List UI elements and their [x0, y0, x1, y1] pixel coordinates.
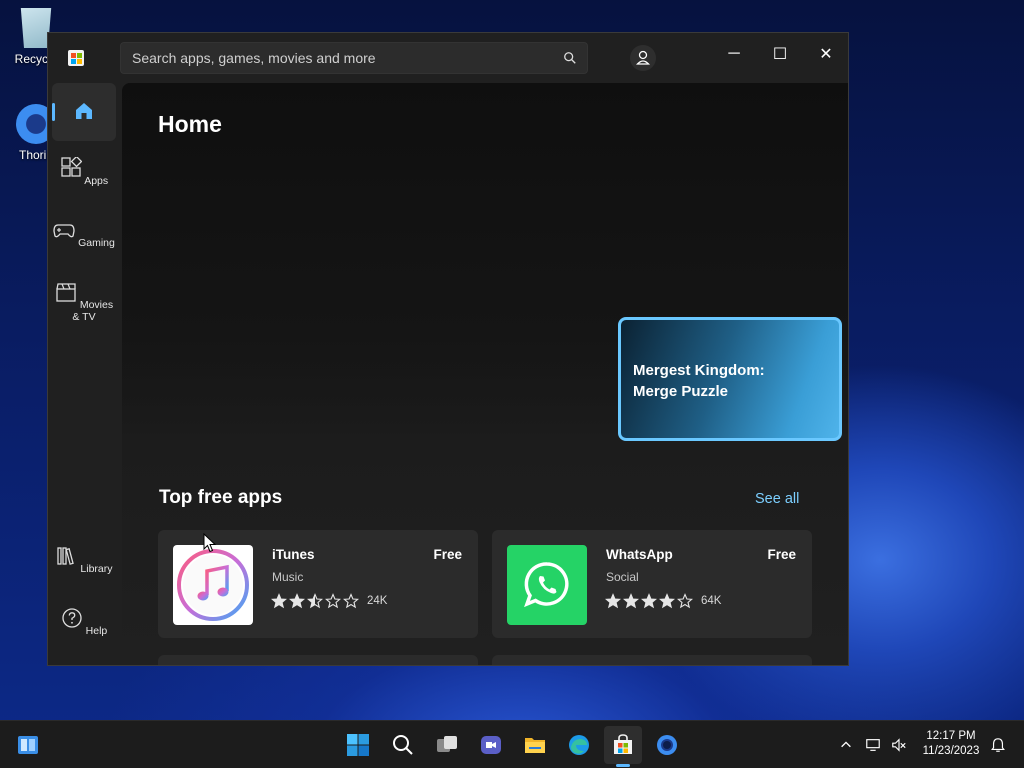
whatsapp-icon [507, 545, 587, 625]
clock[interactable]: 12:17 PM 11/23/2023 [916, 729, 986, 759]
star-filled-icon [271, 593, 287, 609]
star-filled-icon [289, 593, 305, 609]
library-icon [57, 547, 75, 565]
star-rating: 24K [271, 593, 387, 609]
star-filled-icon [659, 593, 675, 609]
thorium-icon[interactable] [653, 731, 681, 759]
file-explorer-icon[interactable] [521, 731, 549, 759]
search-icon[interactable] [389, 731, 417, 759]
sidebar-item-library[interactable]: Library [52, 545, 116, 575]
star-empty-icon [677, 593, 693, 609]
sidebar-item-label: Library [80, 563, 113, 575]
gamepad-icon [53, 224, 75, 238]
star-empty-icon [325, 593, 341, 609]
mouse-cursor-icon [203, 533, 217, 553]
star-filled-icon [623, 593, 639, 609]
rating-count: 64K [701, 595, 722, 607]
edge-icon[interactable] [565, 731, 593, 759]
app-name: WhatsApp [606, 547, 673, 562]
chevron-up-icon[interactable] [832, 731, 860, 759]
maximize-button[interactable]: ☐ [757, 39, 803, 69]
selection-indicator [52, 103, 55, 121]
star-empty-icon [343, 593, 359, 609]
sidebar-item-gaming[interactable]: Gaming [52, 219, 116, 249]
widgets-icon[interactable] [14, 731, 42, 759]
taskbar: 12:17 PM 11/23/2023 [0, 720, 1024, 768]
promo-card[interactable]: Mergest Kingdom: Merge Puzzle [618, 317, 842, 441]
title-bar[interactable]: Search apps, games, movies and more ─ ☐ … [48, 33, 848, 83]
star-filled-icon [605, 593, 621, 609]
app-name: iTunes [272, 547, 315, 562]
store-icon[interactable] [609, 731, 637, 759]
network-icon[interactable] [859, 731, 887, 759]
rating-count: 24K [367, 595, 388, 607]
sidebar: Apps Gaming Movies & TV Library Help [48, 83, 120, 665]
clock-time: 12:17 PM [926, 730, 976, 742]
star-filled-icon [641, 593, 657, 609]
clock-date: 11/23/2023 [922, 745, 980, 757]
start-icon[interactable] [344, 731, 372, 759]
promo-card-title: Mergest Kingdom: Merge Puzzle [633, 362, 765, 400]
account-icon[interactable] [630, 45, 656, 71]
sidebar-item-help[interactable]: Help [52, 607, 116, 637]
volume-muted-icon[interactable] [885, 731, 913, 759]
active-app-indicator [616, 764, 630, 767]
star-rating: 64K [605, 593, 721, 609]
minimize-button[interactable]: ─ [711, 39, 757, 69]
notification-icon[interactable] [984, 731, 1012, 759]
app-card-whatsapp[interactable]: WhatsApp Social Free 64K [492, 530, 812, 638]
sidebar-item-apps[interactable]: Apps [52, 155, 116, 187]
search-placeholder: Search apps, games, movies and more [132, 50, 376, 66]
sidebar-item-movies-tv[interactable]: Movies & TV [52, 281, 116, 323]
home-icon [76, 103, 92, 119]
itunes-icon [173, 545, 253, 625]
sidebar-item-label: Movies & TV [72, 299, 114, 323]
sidebar-item-home[interactable] [52, 83, 116, 141]
sidebar-item-label: Help [85, 625, 108, 637]
app-card[interactable] [492, 655, 812, 665]
app-price: Free [767, 547, 796, 562]
apps-icon [61, 155, 83, 177]
store-logo-icon [68, 50, 84, 66]
close-button[interactable]: ✕ [803, 39, 848, 69]
task-view-icon[interactable] [433, 731, 461, 759]
help-icon [62, 608, 82, 628]
page-title: Home [158, 111, 222, 137]
main-content: Home Mergest Kingdom: Merge Puzzle Top f… [122, 83, 848, 665]
app-category: Social [606, 570, 639, 584]
search-icon[interactable] [563, 51, 577, 65]
meet-icon[interactable] [477, 731, 505, 759]
app-card[interactable] [158, 655, 478, 665]
section-title: Top free apps [159, 487, 283, 508]
app-price: Free [433, 547, 462, 562]
sidebar-item-label: Apps [84, 175, 109, 187]
sidebar-item-label: Gaming [78, 237, 115, 249]
search-input[interactable]: Search apps, games, movies and more [120, 42, 588, 74]
clapperboard-icon [56, 283, 76, 302]
app-category: Music [272, 570, 304, 584]
see-all-link[interactable]: See all [755, 491, 799, 507]
star-half-icon [307, 593, 323, 609]
store-window: Search apps, games, movies and more ─ ☐ … [47, 32, 849, 666]
